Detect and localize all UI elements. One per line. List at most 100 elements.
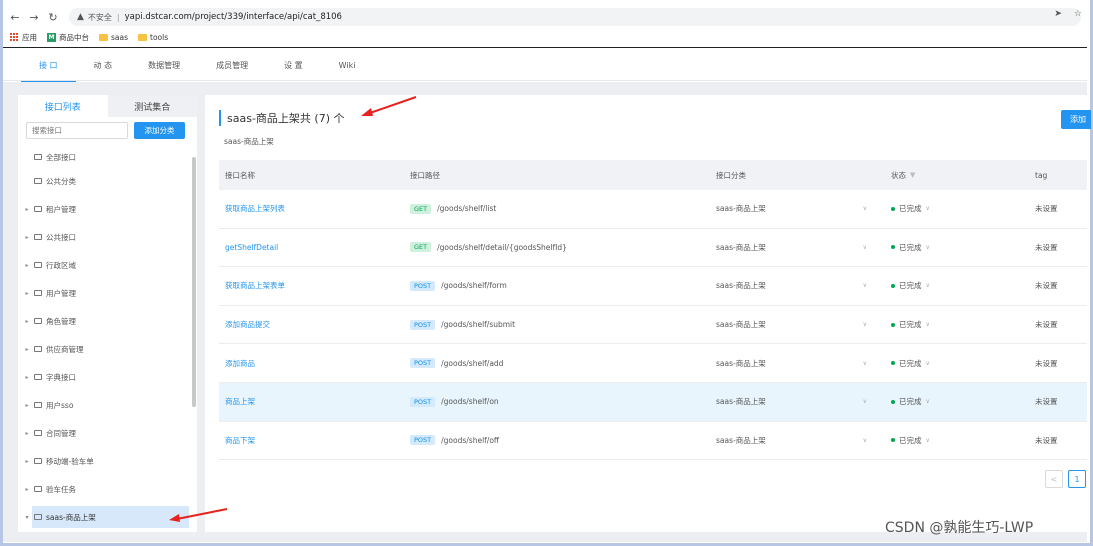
col-header-tag[interactable]: tag xyxy=(1027,171,1087,180)
folder-icon xyxy=(34,178,42,184)
status-select[interactable]: 已完成 ∨ xyxy=(879,435,1027,446)
warning-icon[interactable]: ▲ xyxy=(77,12,84,22)
status-dot-icon xyxy=(891,438,895,443)
caret-right-icon[interactable]: ▸ xyxy=(22,318,32,325)
folder-icon xyxy=(34,374,42,380)
caret-right-icon[interactable]: ▸ xyxy=(22,206,32,213)
table-row[interactable]: 商品上架 POST/goods/shelf/on saas-商品上架 ∨ 已完成 ∨ 未设置 xyxy=(219,382,1087,422)
add-category-button[interactable]: 添加分类 xyxy=(134,121,185,139)
status-select[interactable]: 已完成 ∨ xyxy=(879,280,1027,291)
col-header-category[interactable]: 接口分类 xyxy=(709,170,879,181)
category-item[interactable]: ▸ 公共接口 xyxy=(18,223,190,251)
col-header-name[interactable]: 接口名称 xyxy=(219,170,403,181)
bookmark-saas[interactable]: saas xyxy=(99,33,128,42)
pagination-page[interactable]: 1 xyxy=(1068,470,1086,488)
tab-data-management[interactable]: 数据管理 xyxy=(130,48,198,82)
category-item[interactable]: ▸ 角色管理 xyxy=(18,307,190,335)
interface-name-link[interactable]: 获取商品上架表单 xyxy=(225,281,285,290)
interface-name-link[interactable]: 商品上架 xyxy=(225,397,255,406)
category-select[interactable]: saas-商品上架 ∨ xyxy=(709,319,879,330)
status-dot-icon xyxy=(891,283,895,288)
col-header-status[interactable]: 状态 ▼ xyxy=(879,170,1027,181)
forward-arrow-icon[interactable]: → xyxy=(27,10,41,24)
col-header-path[interactable]: 接口路径 xyxy=(403,170,709,181)
project-nav: 接 口 动 态 数据管理 成员管理 设 置 Wiki xyxy=(3,47,1087,83)
share-icon[interactable]: ➤ xyxy=(1054,9,1062,19)
status-select[interactable]: 已完成 ∨ xyxy=(879,242,1027,253)
category-item[interactable]: ▸ 合同管理 xyxy=(18,419,190,447)
category-item[interactable]: ▸ 租户管理 xyxy=(18,195,190,223)
category-item[interactable]: ▸ 验车任务 xyxy=(18,475,190,503)
pagination-prev[interactable]: < xyxy=(1045,470,1063,488)
table-row[interactable]: 添加商品 POST/goods/shelf/add saas-商品上架 ∨ 已完成 ∨ 未设… xyxy=(219,344,1087,383)
category-item[interactable]: ▸ 用户sso xyxy=(18,391,190,419)
category-select[interactable]: saas-商品上架 ∨ xyxy=(709,203,879,214)
interface-name-link[interactable]: getShelfDetail xyxy=(225,243,278,252)
chevron-down-icon: ∨ xyxy=(925,205,930,213)
search-input[interactable] xyxy=(26,121,128,139)
interface-table: 接口名称 接口路径 接口分类 状态 ▼ tag 获取商品上架列表 GET/goods… xyxy=(219,160,1087,461)
category-select[interactable]: saas-商品上架 ∨ xyxy=(709,396,879,407)
reload-icon[interactable]: ↻ xyxy=(46,10,60,24)
bookmark-label: 商品中台 xyxy=(59,32,89,42)
status-select[interactable]: 已完成 ∨ xyxy=(879,358,1027,369)
url-field[interactable]: ▲ 不安全 | yapi.dstcar.com/project/339/inte… xyxy=(69,8,1081,26)
interface-name-link[interactable]: 获取商品上架列表 xyxy=(225,204,285,213)
caret-right-icon[interactable]: ▸ xyxy=(22,486,32,493)
tab-activity[interactable]: 动 态 xyxy=(76,48,131,82)
caret-right-icon[interactable]: ▸ xyxy=(22,262,32,269)
category-item[interactable]: ▸ 移动端-验车单 xyxy=(18,447,190,475)
category-select[interactable]: saas-商品上架 ∨ xyxy=(709,280,879,291)
bookmark-apps[interactable]: 应用 xyxy=(10,32,37,43)
caret-right-icon[interactable]: ▸ xyxy=(22,402,32,409)
tab-wiki[interactable]: Wiki xyxy=(321,48,374,82)
caret-right-icon[interactable]: ▸ xyxy=(22,430,32,437)
back-arrow-icon[interactable]: ← xyxy=(8,10,22,24)
caret-right-icon[interactable]: ▸ xyxy=(22,458,32,465)
category-item[interactable]: 公共分类 xyxy=(18,167,190,195)
interface-name-cell: 获取商品上架表单 xyxy=(219,280,403,291)
category-item[interactable]: ▸ 行政区域 xyxy=(18,251,190,279)
tab-interface[interactable]: 接 口 xyxy=(21,48,76,83)
category-item[interactable]: ▸ 供应商管理 xyxy=(18,335,190,363)
caret-down-icon[interactable]: ▾ xyxy=(22,514,32,521)
category-select[interactable]: saas-商品上架 ∨ xyxy=(709,242,879,253)
folder-icon xyxy=(138,33,148,41)
table-row[interactable]: 商品下架 POST/goods/shelf/off saas-商品上架 ∨ 已完成 ∨ 未设… xyxy=(219,422,1087,461)
bookmark-product-center[interactable]: M 商品中台 xyxy=(47,32,89,43)
category-label: 用户sso xyxy=(46,400,74,410)
interface-name-link[interactable]: 添加商品 xyxy=(225,359,255,368)
caret-right-icon[interactable]: ▸ xyxy=(22,346,32,353)
category-select[interactable]: saas-商品上架 ∨ xyxy=(709,358,879,369)
category-item[interactable]: ▸ 字典接口 xyxy=(18,363,190,391)
interface-name-cell: 添加商品 xyxy=(219,358,403,369)
interface-name-link[interactable]: 添加商品提交 xyxy=(225,320,270,329)
table-row[interactable]: 获取商品上架表单 POST/goods/shelf/form saas-商品上架 ∨ 已… xyxy=(219,267,1087,306)
tab-api-list[interactable]: 接口列表 xyxy=(18,95,108,117)
page-title: saas-商品上架共 (7) 个 xyxy=(219,110,345,126)
sidebar-scrollbar[interactable] xyxy=(192,157,196,407)
caret-right-icon[interactable]: ▸ xyxy=(22,234,32,241)
status-select[interactable]: 已完成 ∨ xyxy=(879,396,1027,407)
tab-settings[interactable]: 设 置 xyxy=(266,48,321,82)
table-row[interactable]: getShelfDetail GET/goods/shelf/detail/{go… xyxy=(219,229,1087,268)
table-row[interactable]: 获取商品上架列表 GET/goods/shelf/list saas-商品上架 ∨ 已完… xyxy=(219,190,1087,229)
status-dot-icon xyxy=(891,206,895,211)
bookmark-tools[interactable]: tools xyxy=(138,33,168,42)
filter-icon[interactable]: ▼ xyxy=(910,171,915,179)
bookmark-star-icon[interactable]: ☆ xyxy=(1074,9,1082,19)
caret-right-icon[interactable]: ▸ xyxy=(22,374,32,381)
category-item[interactable]: ▸ 用户管理 xyxy=(18,279,190,307)
table-row[interactable]: 添加商品提交 POST/goods/shelf/submit saas-商品上架 ∨ 已… xyxy=(219,306,1087,345)
interface-name-cell: 获取商品上架列表 xyxy=(219,203,403,214)
category-item-all[interactable]: 全部接口 xyxy=(18,147,190,167)
interface-name-cell: 商品上架 xyxy=(219,396,403,407)
status-select[interactable]: 已完成 ∨ xyxy=(879,319,1027,330)
interface-name-link[interactable]: 商品下架 xyxy=(225,436,255,445)
category-select[interactable]: saas-商品上架 ∨ xyxy=(709,435,879,446)
tab-test-collection[interactable]: 测试集合 xyxy=(107,95,197,117)
add-interface-button[interactable]: 添加 xyxy=(1061,110,1091,129)
caret-right-icon[interactable]: ▸ xyxy=(22,290,32,297)
status-select[interactable]: 已完成 ∨ xyxy=(879,203,1027,214)
tab-member-management[interactable]: 成员管理 xyxy=(198,48,266,82)
